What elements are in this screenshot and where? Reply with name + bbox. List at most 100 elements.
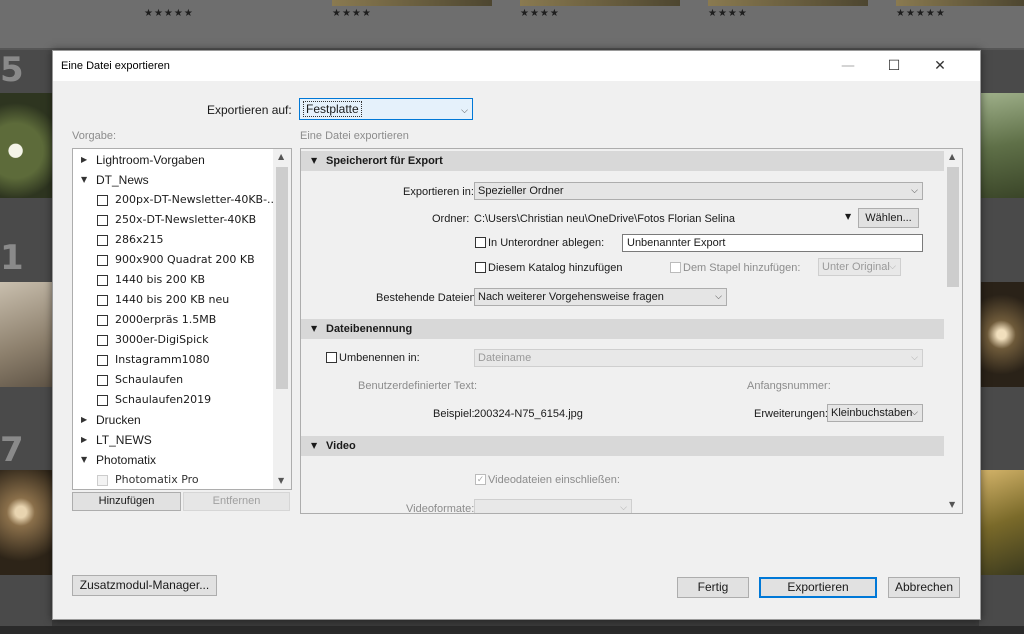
- stack-position-select[interactable]: Unter Original ⌵: [818, 258, 901, 276]
- rename-template-select[interactable]: Dateiname ⌵: [474, 349, 923, 367]
- preset-scrollbar-thumb[interactable]: [276, 167, 288, 389]
- subfolder-checkbox[interactable]: [475, 237, 486, 248]
- rating-stars: ★★★★★: [144, 8, 194, 19]
- export-settings-panel: ▲ ▼ ▼ Speicherort für Export Exportieren…: [300, 148, 963, 514]
- scroll-down-icon[interactable]: ▼: [278, 476, 284, 485]
- preset-item-label: 2000erpräs 1.5MB: [115, 313, 217, 326]
- preset-checkbox[interactable]: [97, 335, 108, 346]
- export-to-select[interactable]: Festplatte ⌵: [299, 98, 473, 120]
- cancel-button[interactable]: Abbrechen: [888, 577, 960, 598]
- triangle-right-icon[interactable]: ▶: [81, 430, 87, 450]
- add-to-stack-checkbox[interactable]: [670, 262, 681, 273]
- triangle-right-icon[interactable]: ▶: [81, 150, 87, 170]
- export-in-select[interactable]: Spezieller Ordner ⌵: [474, 182, 923, 200]
- settings-scrollbar-thumb[interactable]: [947, 167, 959, 287]
- preset-folder[interactable]: ▼ Photomatix: [73, 450, 273, 470]
- subfolder-name-input[interactable]: Unbenannter Export: [622, 234, 923, 252]
- preset-item[interactable]: 2000erpräs 1.5MB: [73, 310, 273, 330]
- preset-checkbox[interactable]: [97, 475, 108, 486]
- include-video-label: Videodateien einschließen:: [488, 474, 620, 486]
- remove-preset-button[interactable]: Entfernen: [183, 492, 290, 511]
- preset-item[interactable]: 3000er-DigiSpick: [73, 330, 273, 350]
- existing-files-label: Bestehende Dateien:: [376, 292, 479, 304]
- maximize-button[interactable]: ☐: [871, 51, 917, 81]
- thumbnail-image[interactable]: [979, 282, 1024, 387]
- preset-item[interactable]: 1440 bis 200 KB neu: [73, 290, 273, 310]
- video-format-select[interactable]: ⌵: [474, 499, 632, 513]
- folder-path: C:\Users\Christian neu\OneDrive\Fotos Fl…: [474, 213, 736, 225]
- preset-checkbox[interactable]: [97, 295, 108, 306]
- chevron-down-icon: ⌵: [911, 186, 918, 196]
- preset-item-label: Photomatix Pro: [115, 473, 199, 486]
- thumbnail-image[interactable]: [979, 93, 1024, 198]
- extensions-value: Kleinbuchstaben: [831, 407, 913, 419]
- preset-checkbox[interactable]: [97, 195, 108, 206]
- preset-checkbox[interactable]: [97, 375, 108, 386]
- preset-folder[interactable]: ▼ DT_News: [73, 170, 273, 190]
- preset-folder-label: Photomatix: [96, 453, 157, 467]
- preset-item[interactable]: 1440 bis 200 KB: [73, 270, 273, 290]
- rename-template-value: Dateiname: [478, 352, 532, 364]
- add-to-catalog-checkbox[interactable]: [475, 262, 486, 273]
- triangle-down-icon[interactable]: ▼: [81, 450, 87, 470]
- preset-folder[interactable]: ▶ LT_NEWS: [73, 430, 273, 450]
- preset-folder[interactable]: ▶ Drucken: [73, 410, 273, 430]
- rating-stars: ★★★★: [332, 8, 372, 19]
- section-header-naming[interactable]: ▼ Dateibenennung: [301, 319, 944, 339]
- preset-item[interactable]: Photomatix Pro: [73, 470, 273, 489]
- preset-folder-label: Lightroom-Vorgaben: [96, 153, 205, 167]
- preset-item[interactable]: 286x215: [73, 230, 273, 250]
- preset-checkbox[interactable]: [97, 235, 108, 246]
- include-video-checkbox[interactable]: ✓: [475, 474, 486, 485]
- preset-checkbox[interactable]: [97, 395, 108, 406]
- thumbnail-image[interactable]: [0, 93, 52, 198]
- export-button[interactable]: Exportieren: [759, 577, 877, 598]
- preset-item[interactable]: Instagramm1080: [73, 350, 273, 370]
- existing-files-select[interactable]: Nach weiterer Vorgehensweise fragen ⌵: [474, 288, 727, 306]
- folder-history-dropdown-icon[interactable]: ▼: [845, 212, 851, 221]
- preset-item-label: Instagramm1080: [115, 353, 210, 366]
- preset-item[interactable]: Schaulaufen2019: [73, 390, 273, 410]
- done-button[interactable]: Fertig: [677, 577, 749, 598]
- plugin-manager-button[interactable]: Zusatzmodul-Manager...: [72, 575, 217, 596]
- preset-checkbox[interactable]: [97, 275, 108, 286]
- scroll-down-icon[interactable]: ▼: [949, 500, 955, 509]
- preset-item[interactable]: 200px-DT-Newsletter-40KB-...: [73, 190, 278, 210]
- close-button[interactable]: ✕: [917, 51, 963, 81]
- triangle-right-icon[interactable]: ▶: [81, 410, 87, 430]
- scroll-up-icon[interactable]: ▲: [278, 152, 284, 161]
- preset-folder[interactable]: ▶ Lightroom-Vorgaben: [73, 150, 273, 170]
- thumbnail-image[interactable]: [0, 282, 52, 387]
- scroll-up-icon[interactable]: ▲: [949, 152, 955, 161]
- extensions-select[interactable]: Kleinbuchstaben ⌵: [827, 404, 923, 422]
- section-header-video[interactable]: ▼ Video: [301, 436, 944, 456]
- rename-checkbox[interactable]: [326, 352, 337, 363]
- preset-item[interactable]: 900x900 Quadrat 200 KB: [73, 250, 273, 270]
- choose-folder-button[interactable]: Wählen...: [858, 208, 919, 228]
- preset-item[interactable]: Schaulaufen: [73, 370, 273, 390]
- thumbnail-image[interactable]: [0, 470, 52, 575]
- preset-item[interactable]: 250x-DT-Newsletter-40KB: [73, 210, 273, 230]
- thumbnail-image: [332, 0, 492, 6]
- section-title: Speicherort für Export: [326, 155, 443, 167]
- preset-item-label: 1440 bis 200 KB neu: [115, 293, 230, 306]
- section-header-location[interactable]: ▼ Speicherort für Export: [301, 151, 944, 171]
- preset-checkbox[interactable]: [97, 215, 108, 226]
- preset-checkbox[interactable]: [97, 255, 108, 266]
- thumbnail-image[interactable]: [979, 470, 1024, 575]
- triangle-down-icon: ▼: [311, 324, 318, 333]
- preset-checkbox[interactable]: [97, 315, 108, 326]
- rating-stars: ★★★★: [708, 8, 748, 19]
- section-title: Dateibenennung: [326, 323, 413, 335]
- thumbnail-cell[interactable]: ★★★★★: [0, 0, 193, 48]
- chevron-down-icon: ⌵: [911, 408, 918, 418]
- export-in-value: Spezieller Ordner: [478, 185, 564, 197]
- preset-checkbox[interactable]: [97, 355, 108, 366]
- preset-folder-label: Drucken: [96, 413, 141, 427]
- dialog-title: Eine Datei exportieren: [61, 60, 170, 72]
- preset-item-label: 250x-DT-Newsletter-40KB: [115, 213, 257, 226]
- minimize-icon: —: [841, 58, 855, 74]
- example-filename: 200324-N75_6154.jpg: [474, 408, 583, 420]
- add-preset-button[interactable]: Hinzufügen: [72, 492, 181, 511]
- triangle-down-icon[interactable]: ▼: [81, 170, 87, 190]
